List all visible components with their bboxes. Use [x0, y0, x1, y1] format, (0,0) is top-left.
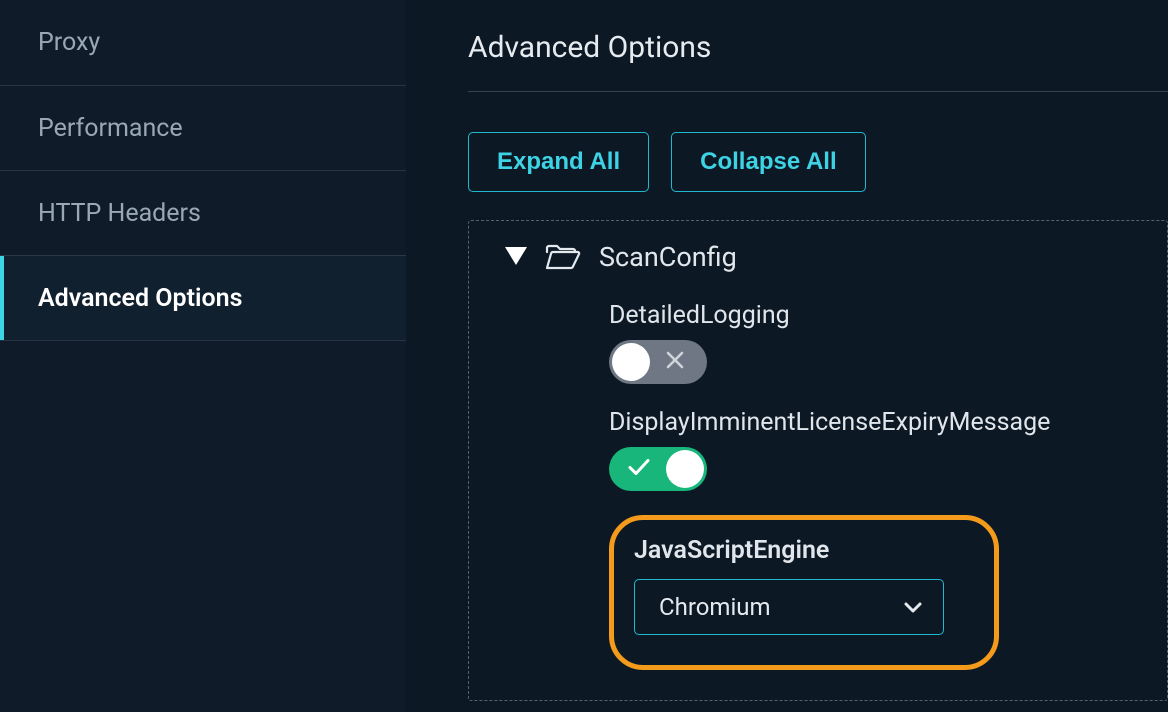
toggle-knob [666, 450, 704, 488]
sidebar-item-http-headers[interactable]: HTTP Headers [0, 170, 406, 255]
chevron-down-icon [903, 600, 923, 614]
select-value: Chromium [659, 593, 771, 621]
x-icon [665, 350, 685, 374]
folder-open-icon [545, 243, 581, 271]
field-license-expiry-message: DisplayImminentLicenseExpiryMessage [609, 408, 1131, 491]
toggle-knob [612, 343, 650, 381]
field-detailed-logging: DetailedLogging [609, 301, 1131, 384]
action-button-row: Expand All Collapse All [468, 132, 1168, 192]
sidebar-item-label: Proxy [38, 28, 100, 57]
detailed-logging-toggle[interactable] [609, 340, 707, 384]
sidebar-item-label: HTTP Headers [38, 199, 201, 228]
tree-node-label: ScanConfig [599, 241, 737, 273]
sidebar-item-label: Advanced Options [38, 284, 242, 313]
field-label: DisplayImminentLicenseExpiryMessage [609, 408, 1131, 437]
field-label: JavaScriptEngine [634, 536, 954, 565]
main-content: Advanced Options Expand All Collapse All… [406, 0, 1168, 712]
tree-node-scanconfig[interactable]: ScanConfig [505, 241, 1131, 273]
sidebar-item-proxy[interactable]: Proxy [0, 0, 406, 85]
sidebar-item-advanced-options[interactable]: Advanced Options [0, 255, 406, 340]
page-title: Advanced Options [468, 30, 1168, 92]
check-icon [627, 457, 651, 481]
sidebar: Proxy Performance HTTP Headers Advanced … [0, 0, 406, 712]
tree-children: DetailedLogging DisplayImminentLicenseEx… [609, 301, 1131, 670]
js-engine-highlight: JavaScriptEngine Chromium [609, 515, 999, 670]
sidebar-item-performance[interactable]: Performance [0, 85, 406, 170]
collapse-all-button[interactable]: Collapse All [671, 132, 865, 192]
disclosure-triangle-icon [505, 247, 527, 267]
license-expiry-toggle[interactable] [609, 447, 707, 491]
config-tree-panel: ScanConfig DetailedLogging DisplayImmine… [468, 220, 1168, 701]
expand-all-button[interactable]: Expand All [468, 132, 649, 192]
sidebar-item-label: Performance [38, 114, 183, 143]
js-engine-select[interactable]: Chromium [634, 579, 944, 635]
field-label: DetailedLogging [609, 301, 1131, 330]
